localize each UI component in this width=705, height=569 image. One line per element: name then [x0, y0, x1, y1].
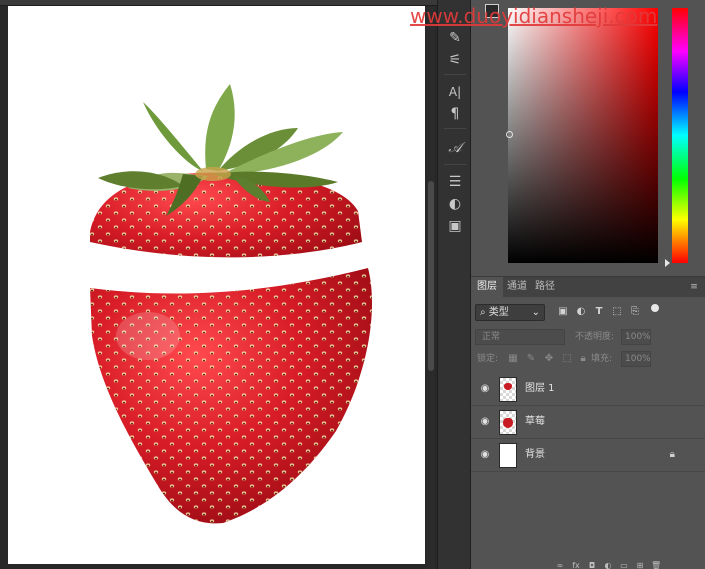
- canvas-area[interactable]: [0, 0, 437, 569]
- layer-name[interactable]: 草莓: [525, 416, 545, 428]
- blend-row: 正常 不透明度: 100%: [471, 327, 705, 347]
- pixel-filter-icon[interactable]: ▣: [557, 306, 569, 318]
- link-layers-icon[interactable]: ∞: [555, 562, 565, 569]
- strawberry-artwork: [90, 84, 373, 524]
- hue-slider-handle[interactable]: [665, 259, 670, 267]
- lock-image-icon[interactable]: ✎: [525, 352, 537, 366]
- delete-layer-icon[interactable]: 🗑︎: [651, 562, 661, 569]
- panel-menu-icon[interactable]: ≡: [689, 282, 699, 292]
- right-panels: 图层 通道 路径 ≡ ⌕ 类型 ⌄ ▣ ◐ T ⬚ ⎘ 正常 不透明度: 100…: [471, 0, 705, 569]
- layer-name[interactable]: 图层 1: [525, 383, 555, 395]
- search-icon: ⌕: [480, 307, 486, 318]
- adjustment-layer-icon[interactable]: ◐: [603, 562, 613, 569]
- blend-mode-select[interactable]: 正常: [475, 329, 565, 345]
- tool-divider: [444, 164, 466, 165]
- opacity-input[interactable]: 100%: [621, 329, 651, 345]
- chevron-down-icon: ⌄: [531, 307, 540, 318]
- fill-input[interactable]: 100%: [621, 351, 651, 367]
- layer-row[interactable]: ◉ 图层 1: [471, 373, 705, 406]
- type-filter-icon[interactable]: T: [593, 306, 605, 318]
- lock-position-icon[interactable]: ✥: [543, 352, 555, 366]
- scrollbar-thumb[interactable]: [428, 181, 434, 371]
- character-icon[interactable]: A|: [445, 82, 465, 102]
- color-panel: [471, 0, 705, 272]
- shape-filter-icon[interactable]: ⬚: [611, 306, 623, 318]
- layer-style-icon[interactable]: fx: [571, 562, 581, 569]
- layers-list: ◉ 图层 1 ◉ 草莓 ◉ 背景 🔒︎: [471, 373, 705, 473]
- layers-panel: 图层 通道 路径 ≡ ⌕ 类型 ⌄ ▣ ◐ T ⬚ ⎘ 正常 不透明度: 100…: [471, 276, 705, 569]
- lock-artboard-icon[interactable]: ⬚: [561, 352, 573, 366]
- brush-icon[interactable]: ✎: [445, 28, 465, 48]
- photoshop-window: ✎ ⚟ A| ¶ 𝒜 ☰ ◐ ▣ 图层 通道 路径 ≡ ⌕ 类型 ⌄ ▣ ◐ T…: [0, 0, 705, 569]
- lock-icon[interactable]: 🔒︎: [670, 449, 675, 461]
- eye-icon[interactable]: ◉: [479, 417, 491, 427]
- panel-icon-strip: ✎ ⚟ A| ¶ 𝒜 ☰ ◐ ▣: [437, 0, 471, 569]
- layer-row[interactable]: ◉ 背景 🔒︎: [471, 439, 705, 472]
- adjustments-icon[interactable]: ◐: [445, 194, 465, 214]
- color-picker-cursor[interactable]: [506, 131, 513, 138]
- layer-thumbnail: [499, 410, 517, 435]
- glyph-icon[interactable]: 𝒜: [445, 138, 465, 158]
- adjust-sliders-icon[interactable]: ⚟: [445, 50, 465, 70]
- layers-footer: ∞ fx ◘ ◐ ▭ ⊞ 🗑︎: [471, 560, 705, 569]
- layer-name[interactable]: 背景: [525, 449, 545, 461]
- group-icon[interactable]: ▭: [619, 562, 629, 569]
- strawberry-thumbnail-art: [504, 383, 512, 390]
- watermark-text: www.duoyidiansheji.com: [410, 4, 658, 28]
- lock-row: 锁定: ▦ ✎ ✥ ⬚ 🔒︎ 填充: 100%: [471, 349, 705, 369]
- tab-layers[interactable]: 图层: [471, 277, 503, 297]
- eye-icon[interactable]: ◉: [479, 450, 491, 460]
- filter-select-label: 类型: [488, 307, 509, 318]
- hue-slider[interactable]: [672, 8, 688, 263]
- layer-row[interactable]: ◉ 草莓: [471, 406, 705, 439]
- layer-filter-row: ⌕ 类型 ⌄ ▣ ◐ T ⬚ ⎘: [471, 301, 705, 323]
- strawberry-bottom-piece: [90, 268, 373, 524]
- document-canvas[interactable]: [8, 6, 425, 564]
- filter-toggle[interactable]: [651, 304, 659, 312]
- lock-all-icon[interactable]: 🔒︎: [577, 352, 589, 366]
- tab-paths[interactable]: 路径: [529, 277, 561, 297]
- strawberry-thumbnail-art: [503, 418, 513, 428]
- color-picker-field[interactable]: [508, 8, 658, 263]
- layer-thumbnail: [499, 377, 517, 402]
- smart-object-filter-icon[interactable]: ⎘: [629, 306, 641, 318]
- new-layer-icon[interactable]: ⊞: [635, 562, 645, 569]
- fill-label: 填充:: [591, 354, 613, 364]
- eye-icon[interactable]: ◉: [479, 384, 491, 394]
- libraries-icon[interactable]: ▣: [445, 216, 465, 236]
- adjustment-filter-icon[interactable]: ◐: [575, 306, 587, 318]
- lock-transparent-icon[interactable]: ▦: [507, 352, 519, 366]
- layer-thumbnail: [499, 443, 517, 468]
- opacity-label: 不透明度:: [575, 332, 615, 342]
- tool-divider: [444, 128, 466, 129]
- layers-panel-tabs: 图层 通道 路径 ≡: [471, 277, 705, 297]
- lock-label: 锁定:: [477, 354, 499, 364]
- tool-divider: [444, 74, 466, 75]
- layer-mask-icon[interactable]: ◘: [587, 562, 597, 569]
- paragraph-icon[interactable]: ¶: [445, 104, 465, 124]
- properties-icon[interactable]: ☰: [445, 172, 465, 192]
- vertical-scrollbar[interactable]: [427, 6, 435, 569]
- layer-filter-select[interactable]: ⌕ 类型 ⌄: [475, 304, 545, 321]
